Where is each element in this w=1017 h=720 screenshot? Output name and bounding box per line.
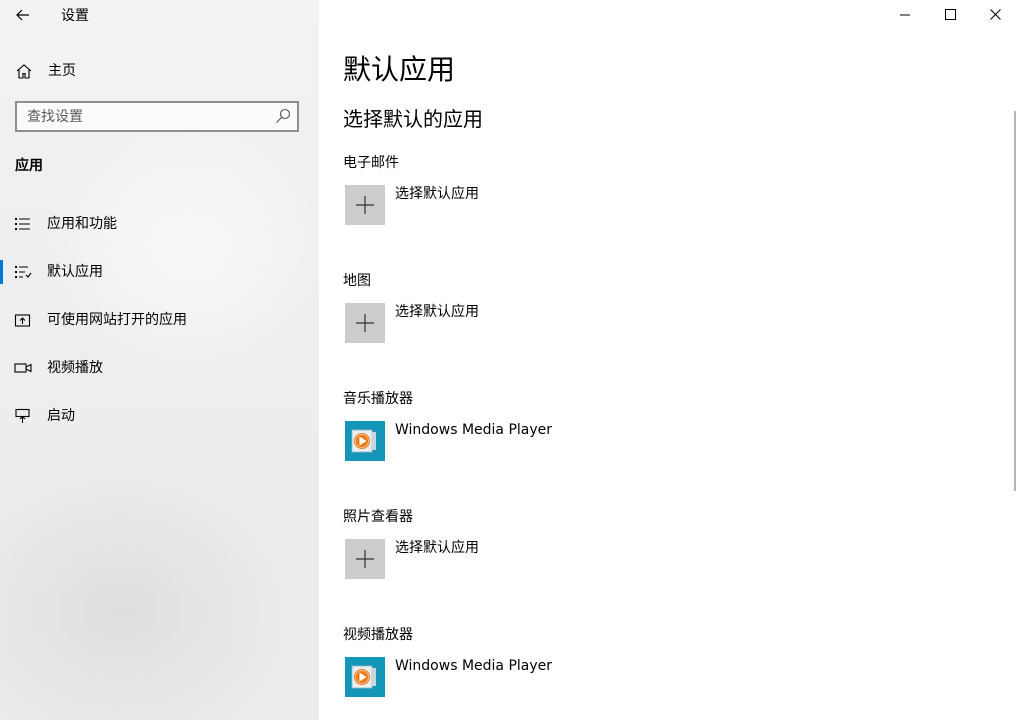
category-label: 电子邮件 [343, 155, 399, 171]
windows-media-player-button[interactable]: Windows Media Player [343, 419, 703, 461]
maximize-button[interactable] [927, 0, 973, 29]
app-choice-label: 选择默认应用 [395, 540, 479, 556]
category-label: 视频播放器 [343, 627, 413, 643]
app-choice-label: Windows Media Player [395, 658, 553, 674]
app-tile [345, 185, 385, 225]
sidebar-item-video-playback[interactable]: 视频播放 [0, 350, 319, 386]
category-label: 音乐播放器 [343, 391, 413, 407]
plus-icon [356, 550, 374, 568]
app-choice-label: 选择默认应用 [395, 186, 479, 202]
category-label: 地图 [343, 273, 371, 289]
plus-icon [356, 196, 374, 214]
sidebar-item-label: 启动 [47, 408, 75, 424]
startup-icon [15, 408, 30, 423]
choose-default-app-button[interactable]: 选择默认应用 [343, 301, 703, 343]
app-tile [345, 303, 385, 343]
apps-features-icon [15, 218, 30, 230]
sidebar-item-label: 视频播放 [47, 360, 103, 376]
search-input[interactable] [27, 106, 267, 128]
home-icon [16, 64, 32, 79]
maximize-icon [944, 9, 956, 20]
sidebar-item-apps-for-websites[interactable]: 可使用网站打开的应用 [0, 302, 319, 338]
scrollbar[interactable] [1014, 111, 1016, 491]
section-subtitle: 选择默认的应用 [343, 107, 483, 131]
sidebar-item-label: 默认应用 [47, 264, 103, 280]
windows-media-player-icon [345, 657, 385, 697]
app-choice-label: 选择默认应用 [395, 304, 479, 320]
category-label: 照片查看器 [343, 509, 413, 525]
video-playback-icon [14, 363, 32, 373]
choose-default-app-button[interactable]: 选择默认应用 [343, 183, 703, 225]
app-choice-label: Windows Media Player [395, 422, 553, 438]
plus-icon [356, 314, 374, 332]
sidebar-item-apps-features[interactable]: 应用和功能 [0, 206, 319, 242]
back-arrow-icon [16, 9, 29, 21]
minimize-icon [900, 14, 910, 15]
sidebar-item-startup[interactable]: 启动 [0, 398, 319, 434]
default-apps-icon [15, 266, 32, 278]
windows-media-player-button[interactable]: Windows Media Player [343, 655, 703, 697]
sidebar-item-default-apps[interactable]: 默认应用 [0, 254, 319, 290]
sidebar: 设置 主页 应用 应用和功能 [0, 0, 319, 720]
app-tile [345, 539, 385, 579]
selection-indicator [0, 260, 3, 284]
windows-media-player-icon [345, 421, 385, 461]
search-box[interactable] [15, 101, 299, 132]
search-icon[interactable] [275, 108, 291, 124]
choose-default-app-button[interactable]: 选择默认应用 [343, 537, 703, 579]
sidebar-item-label: 主页 [48, 63, 76, 79]
sidebar-item-label: 应用和功能 [47, 216, 117, 232]
close-button[interactable] [972, 0, 1017, 29]
back-button[interactable] [8, 2, 38, 28]
apps-for-websites-icon [14, 314, 31, 327]
settings-window: 设置 主页 应用 应用和功能 [0, 0, 1017, 720]
sidebar-item-label: 可使用网站打开的应用 [47, 312, 187, 328]
app-tile [345, 421, 385, 461]
sidebar-section-heading: 应用 [15, 158, 43, 174]
main-panel: 默认应用 选择默认的应用 电子邮件 选择默认应用 地图 选择默认应用 音乐播放器… [319, 0, 1017, 720]
page-title: 默认应用 [343, 53, 456, 86]
app-tile [345, 657, 385, 697]
close-icon [989, 9, 1001, 20]
minimize-button[interactable] [882, 0, 928, 29]
sidebar-item-home[interactable]: 主页 [0, 56, 319, 86]
window-title: 设置 [61, 8, 89, 24]
